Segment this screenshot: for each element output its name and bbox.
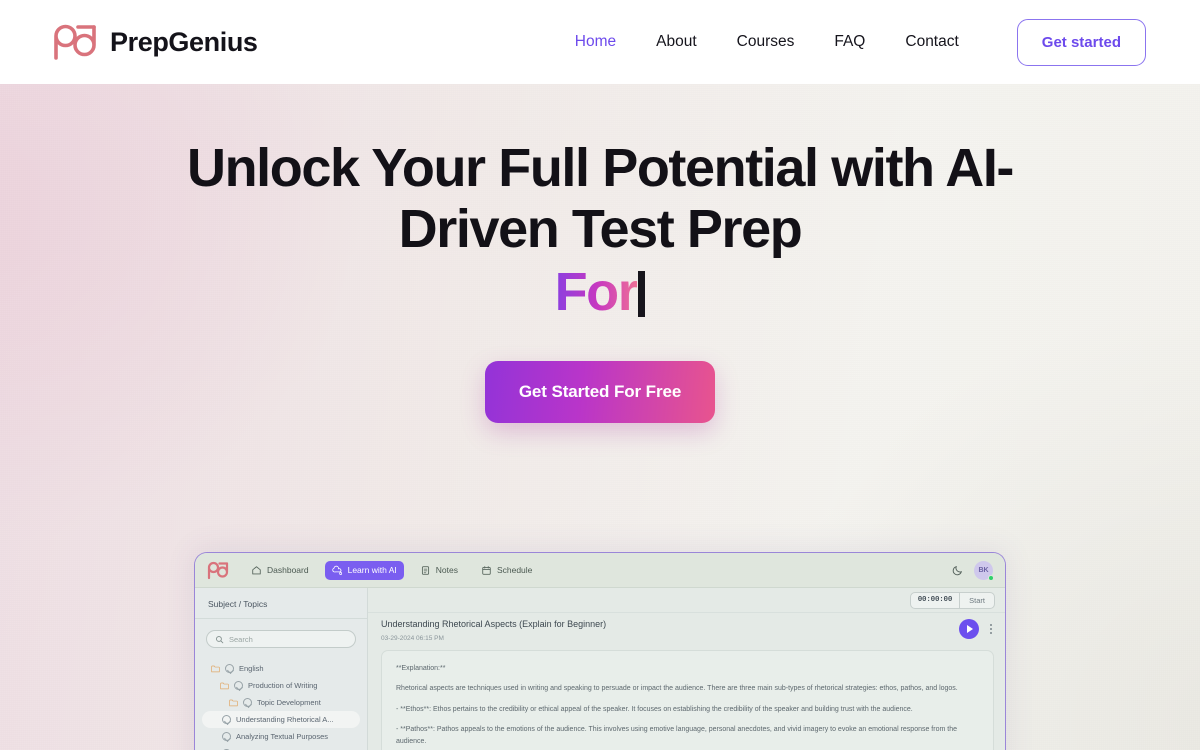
pg-monogram-icon	[54, 24, 96, 60]
tree-item-label: Topic Development	[257, 698, 321, 707]
search-placeholder: Search	[229, 634, 253, 644]
timer-value: 00:00:00	[911, 592, 961, 608]
primary-nav: Home About Courses FAQ Contact Get start…	[555, 18, 1200, 66]
topic-tree: English Production of Writing Topic Deve…	[195, 654, 367, 750]
document-timestamp: 03-29-2024 06:15 PM	[381, 634, 444, 642]
check-circle-icon	[222, 732, 231, 741]
mockup-topbar-right: BK	[952, 560, 994, 581]
tree-item-understanding-rhetorical-aspects[interactable]: Understanding Rhetorical A...	[202, 711, 360, 728]
nav-link-faq[interactable]: FAQ	[814, 33, 885, 51]
avatar[interactable]: BK	[974, 560, 994, 581]
sidebar-title: Subject / Topics	[195, 588, 367, 619]
page-title: Unlock Your Full Potential with AI- Driv…	[170, 84, 1030, 323]
folder-icon	[220, 682, 229, 689]
document-paragraph: - **Ethos**: Ethos pertains to the credi…	[396, 705, 913, 713]
mockup-nav-schedule[interactable]: Schedule	[474, 561, 539, 580]
mockup-nav-notes[interactable]: Notes	[413, 561, 465, 580]
search-input[interactable]: Search	[206, 630, 356, 648]
calendar-icon	[482, 565, 491, 575]
get-started-free-button[interactable]: Get Started For Free	[484, 361, 716, 423]
timer-row: 00:00:00 Start	[368, 588, 1005, 612]
document-title: Understanding Rhetorical Aspects (Explai…	[381, 619, 607, 629]
mockup-nav-label: Notes	[435, 565, 458, 575]
avatar-initials: BK	[978, 566, 989, 574]
online-status-dot	[988, 574, 994, 581]
mockup-main-panel: 00:00:00 Start Understanding Rhetorical …	[368, 588, 1005, 750]
app-preview-mockup: Dashboard Learn with AI Notes Schedule B…	[194, 552, 1006, 750]
nav-link-home[interactable]: Home	[555, 33, 636, 51]
ai-chat-icon	[331, 565, 342, 575]
check-circle-icon	[222, 715, 231, 724]
mockup-nav-label: Dashboard	[267, 565, 309, 575]
mockup-body: Subject / Topics Search English Producti…	[195, 588, 1005, 750]
document-paragraph: **Explanation:**	[396, 664, 446, 672]
tree-item-topic-development[interactable]: Topic Development	[202, 694, 360, 711]
nav-link-contact[interactable]: Contact	[885, 33, 978, 51]
hero-section: Unlock Your Full Potential with AI- Driv…	[0, 84, 1200, 750]
mockup-nav-dashboard[interactable]: Dashboard	[244, 561, 316, 580]
tree-item-label: Analyzing Textual Purposes	[236, 732, 328, 741]
headline-line-2: Driven Test Prep	[398, 199, 803, 259]
document-title-group: Understanding Rhetorical Aspects (Explai…	[381, 619, 606, 642]
notes-icon	[421, 565, 429, 575]
typing-caret	[638, 271, 646, 317]
tree-item-label: Production of Writing	[248, 681, 318, 690]
headline-typed-line: For	[170, 262, 1030, 323]
play-icon[interactable]	[959, 619, 979, 639]
nav-link-about[interactable]: About	[636, 33, 717, 51]
document-header: Understanding Rhetorical Aspects (Explai…	[368, 612, 1005, 650]
tree-item-evaluating-textual-goals[interactable]: Evaluating Textual Goals	[202, 745, 360, 750]
brand-name: PrepGenius	[110, 26, 258, 57]
tree-item-english[interactable]: English	[202, 660, 360, 677]
mockup-nav-learn-with-ai[interactable]: Learn with AI	[324, 560, 404, 580]
pg-monogram-icon	[207, 561, 229, 579]
typed-word: For	[554, 262, 639, 322]
document-content: **Explanation:** Rhetorical aspects are …	[381, 649, 994, 750]
session-timer: 00:00:00 Start	[909, 591, 995, 609]
top-navbar: PrepGenius Home About Courses FAQ Contac…	[0, 0, 1200, 84]
moon-icon[interactable]	[952, 564, 964, 576]
search-icon	[216, 635, 224, 643]
document-actions	[959, 619, 994, 639]
folder-icon	[211, 665, 220, 672]
check-circle-icon	[225, 664, 234, 673]
mockup-nav-label: Schedule	[496, 565, 533, 575]
folder-icon	[229, 699, 238, 706]
timer-start-button[interactable]: Start	[960, 593, 994, 608]
document-paragraph: - **Pathos**: Pathos appeals to the emot…	[396, 726, 957, 745]
document-paragraph: Rhetorical aspects are techniques used i…	[396, 685, 958, 693]
brand-logo[interactable]: PrepGenius	[53, 23, 258, 61]
mockup-topbar: Dashboard Learn with AI Notes Schedule B…	[195, 553, 1005, 588]
kebab-menu-icon[interactable]	[988, 622, 994, 636]
home-icon	[252, 565, 261, 574]
check-circle-icon	[243, 698, 252, 707]
cta-container: Get Started For Free	[0, 361, 1200, 423]
check-circle-icon	[234, 681, 243, 690]
mockup-sidebar: Subject / Topics Search English Producti…	[195, 588, 368, 750]
mockup-nav-label: Learn with AI	[347, 565, 397, 575]
headline-line-1: Unlock Your Full Potential with AI-	[186, 138, 1014, 198]
tree-item-label: English	[239, 664, 264, 673]
nav-link-courses[interactable]: Courses	[717, 33, 815, 51]
get-started-button[interactable]: Get started	[1016, 18, 1146, 66]
tree-item-production-of-writing[interactable]: Production of Writing	[202, 677, 360, 694]
tree-item-analyzing-textual-purposes[interactable]: Analyzing Textual Purposes	[202, 728, 360, 745]
tree-item-label: Understanding Rhetorical A...	[236, 715, 334, 724]
